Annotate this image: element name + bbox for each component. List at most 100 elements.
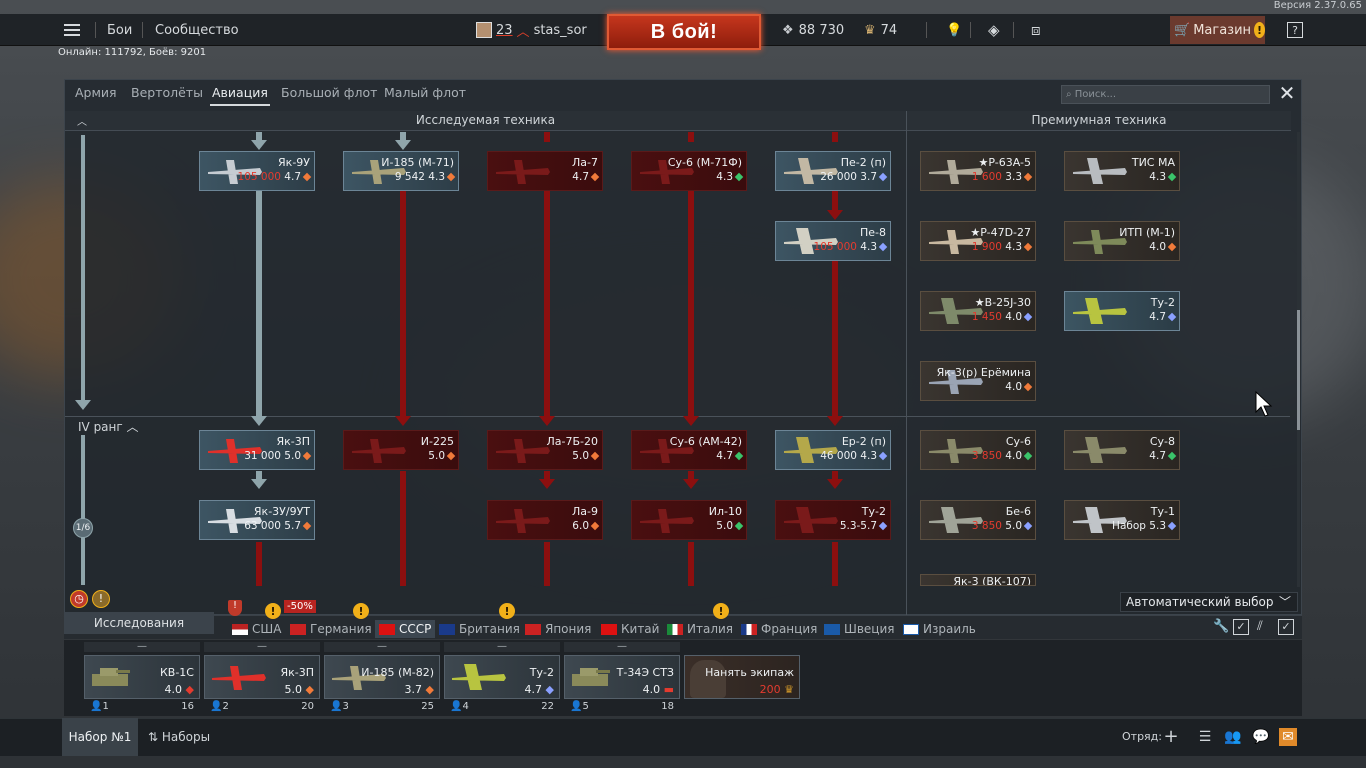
premium-card-be6[interactable]: Бе-6 3 850 5.0	[920, 500, 1036, 540]
friends-icon[interactable]: 👥	[1224, 728, 1242, 746]
rank-progress-badge: 1/6	[73, 518, 93, 538]
vehicle-card-pe2p[interactable]: Пе-2 (п) 26 000 3.7	[775, 151, 891, 191]
rank-divider	[65, 416, 1290, 417]
diamond-icon[interactable]: ◈	[988, 14, 1000, 46]
vehicle-card-pe8[interactable]: Пе-8 105 000 4.3	[775, 221, 891, 261]
tab-helicopters[interactable]: Вертолёты	[131, 85, 203, 100]
close-icon[interactable]: ✕	[1277, 83, 1297, 104]
aircraft-icon	[212, 666, 266, 690]
auto-select-dropdown[interactable]: Автоматический выбор ﹀	[1120, 592, 1298, 612]
help-button[interactable]: ?	[1287, 22, 1303, 38]
player-profile[interactable]: 23 ︿ stas_sor	[476, 14, 587, 46]
vehicle-card-la7[interactable]: Ла-7 4.7	[487, 151, 603, 191]
premium-card-yak3r[interactable]: Як-3(р) Ерёмина 4.0	[920, 361, 1036, 401]
hire-crew-button[interactable]: Нанять экипаж 200 ♛	[684, 650, 800, 714]
vehicle-card-i185-m71[interactable]: И-185 (М-71) 9 542 4.3	[343, 151, 459, 191]
nation-usa[interactable]: США	[232, 620, 281, 638]
rank-chevron-icon: ︿	[516, 24, 530, 40]
crew-slot[interactable]: — Як-3П 5.0 ◆ 👤2 20	[204, 642, 320, 714]
researched-column-header: Исследуемая техника	[65, 111, 906, 131]
crew-slot[interactable]: — КВ-1С 4.0 ◆ 👤1 16	[84, 642, 200, 714]
premium-card-tu2[interactable]: Ту-2 4.7	[1064, 291, 1180, 331]
preset-active[interactable]: Набор №1	[62, 718, 138, 756]
warning-icon: !	[1254, 22, 1265, 38]
premium-card-su8[interactable]: Су-8 4.7	[1064, 430, 1180, 470]
premium-card-p47d27[interactable]: ★P-47D-27 1 900 4.3	[920, 221, 1036, 261]
cart-icon: 🛒	[1174, 22, 1191, 38]
rank-label[interactable]: IV ранг ︿	[78, 418, 139, 435]
tree-link	[400, 471, 406, 586]
aircraft-icon	[1069, 435, 1129, 465]
vehicle-card-il10[interactable]: Ил-10 5.0	[631, 500, 747, 540]
crew-slot[interactable]: — Ту-2 4.7 ◆ 👤4 22	[444, 642, 560, 714]
check-icon[interactable]: ✓	[1278, 619, 1294, 635]
battles-menu[interactable]: Бои	[107, 14, 132, 46]
shop-button[interactable]: 🛒 Магазин !	[1170, 16, 1265, 44]
premium-card-tu1[interactable]: Ту-1 Набор 5.3	[1064, 500, 1180, 540]
mail-icon[interactable]: ✉	[1279, 728, 1297, 746]
vehicle-card-i225[interactable]: И-225 5.0	[343, 430, 459, 470]
tab-aviation[interactable]: Авиация	[210, 85, 270, 106]
tree-arrow	[827, 210, 843, 220]
nation-sweden[interactable]: Швеция	[824, 620, 894, 638]
premium-card-tis-ma[interactable]: ТИС МА 4.3	[1064, 151, 1180, 191]
premium-card-b25j30[interactable]: ★B-25J-30 1 450 4.0	[920, 291, 1036, 331]
premium-card-p63a5[interactable]: ★P-63A-5 1 600 3.3	[920, 151, 1036, 191]
premium-card-itp-m1[interactable]: ИТП (М-1) 4.0	[1064, 221, 1180, 261]
research-tab[interactable]: Исследования	[64, 612, 214, 634]
tree-arrow	[539, 479, 555, 489]
aircraft-icon	[492, 435, 552, 465]
nation-israel[interactable]: Израиль	[903, 620, 976, 638]
premium-card-su6[interactable]: Су-6 3 850 4.0	[920, 430, 1036, 470]
nation-japan[interactable]: Япония	[525, 620, 591, 638]
hamburger-icon[interactable]	[62, 14, 82, 46]
wrench-icon[interactable]: 🔧	[1213, 619, 1229, 634]
vehicle-card-su6-am42[interactable]: Су-6 (АМ-42) 4.7	[631, 430, 747, 470]
nation-germany[interactable]: Германия	[290, 620, 372, 638]
vehicle-card-tu2[interactable]: Ту-2 5.3-5.7	[775, 500, 891, 540]
warning-icon: !	[499, 603, 515, 619]
vehicle-card-la7b20[interactable]: Ла-7Б-20 5.0	[487, 430, 603, 470]
squad-label: Отряд:	[1122, 730, 1162, 743]
timer-icon[interactable]: ◷	[70, 590, 88, 608]
vehicle-card-er2p[interactable]: Ер-2 (п) 46 000 4.3	[775, 430, 891, 470]
community-menu[interactable]: Сообщество	[155, 14, 239, 46]
chat-icon[interactable]: 💬	[1252, 728, 1270, 746]
crew-slot[interactable]: — И-185 (М-82) 3.7 ◆ 👤3 25	[324, 642, 440, 714]
nation-italy[interactable]: Италия	[667, 620, 733, 638]
tree-link	[832, 261, 838, 416]
vehicle-card-yak9u[interactable]: Як-9У 105 000 4.7	[199, 151, 315, 191]
premium-card-yak3-vk107[interactable]: Як-3 (ВК-107)	[920, 574, 1036, 586]
vehicle-card-yak3p[interactable]: Як-3П 31 000 5.0	[199, 430, 315, 470]
tree-arrow	[395, 140, 411, 150]
nation-france[interactable]: Франция	[741, 620, 817, 638]
check-icon[interactable]: ✓	[1233, 619, 1249, 635]
lightbulb-icon[interactable]: 💡	[946, 14, 962, 46]
vehicle-card-yak3u-9ut[interactable]: Як-3У/9УТ 63 000 5.7	[199, 500, 315, 540]
nation-britain[interactable]: Британия	[439, 620, 520, 638]
aircraft-icon	[492, 156, 552, 186]
aircraft-icon	[636, 505, 696, 535]
tab-army[interactable]: Армия	[75, 85, 117, 100]
tab-bluewater-fleet[interactable]: Большой флот	[281, 85, 377, 100]
vehicle-card-su6-m71f[interactable]: Су-6 (М-71Ф) 4.3	[631, 151, 747, 191]
avatar	[476, 22, 492, 38]
list-icon[interactable]: ☰	[1196, 728, 1214, 746]
nation-ussr[interactable]: СССР	[375, 620, 436, 638]
rank-progress-line	[81, 435, 85, 585]
nation-china[interactable]: Китай	[601, 620, 659, 638]
search-input[interactable]: ⌕ Поиск...	[1061, 85, 1270, 104]
tab-coastal-fleet[interactable]: Малый флот	[384, 85, 466, 100]
warning-badge-icon[interactable]: !	[92, 590, 110, 608]
ticket-icon[interactable]: ⧈	[1031, 14, 1041, 46]
online-stats: Онлайн: 111792, Боёв: 9201	[58, 47, 207, 58]
vehicle-card-la9[interactable]: Ла-9 6.0	[487, 500, 603, 540]
silver-lions-value: 88 730	[798, 22, 845, 38]
scrollbar-thumb[interactable]	[1297, 310, 1300, 430]
add-squad-icon[interactable]: +	[1162, 728, 1180, 746]
crew-slot[interactable]: — Т-34Э СТЗ 4.0 ▬ 👤5 18	[564, 642, 680, 714]
to-battle-button[interactable]: В бой!	[607, 14, 761, 50]
collapse-icon[interactable]: ︿	[77, 113, 87, 128]
ammo-icon[interactable]: ⫽	[1257, 619, 1263, 634]
presets-button[interactable]: ⇅ Наборы	[148, 730, 210, 744]
